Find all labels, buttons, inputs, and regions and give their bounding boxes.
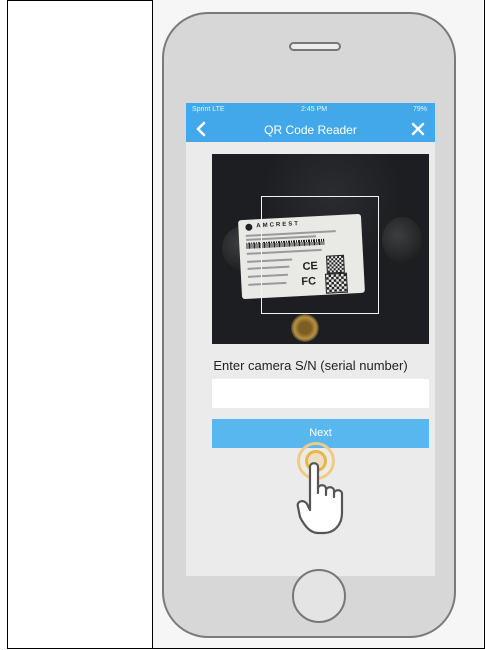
camera-foot-right (382, 217, 422, 263)
brand-logo-icon (245, 223, 253, 231)
status-bar: Sprint LTE 2:45 PM 79% (186, 103, 435, 117)
close-icon[interactable] (410, 121, 426, 137)
serial-number-label: Enter camera S/N (serial number) (213, 358, 408, 373)
phone-screen: Sprint LTE 2:45 PM 79% QR Code Reader AM… (186, 103, 435, 576)
phone-speaker (289, 42, 341, 51)
serial-number-input[interactable] (212, 379, 429, 408)
camera-preview: AMCREST CE FC (212, 154, 429, 344)
status-carrier: Sprint LTE (192, 106, 225, 113)
phone-device: Sprint LTE 2:45 PM 79% QR Code Reader AM… (162, 12, 456, 638)
page-title: QR Code Reader (264, 123, 357, 137)
tripod-mount (291, 314, 319, 342)
home-button (292, 569, 346, 623)
cell-divider (152, 0, 153, 648)
status-battery: 79% (412, 106, 427, 113)
nav-bar: QR Code Reader (186, 117, 435, 142)
scan-frame (261, 196, 379, 314)
status-time: 2:45 PM (301, 106, 328, 113)
pointing-hand-icon (296, 462, 344, 535)
